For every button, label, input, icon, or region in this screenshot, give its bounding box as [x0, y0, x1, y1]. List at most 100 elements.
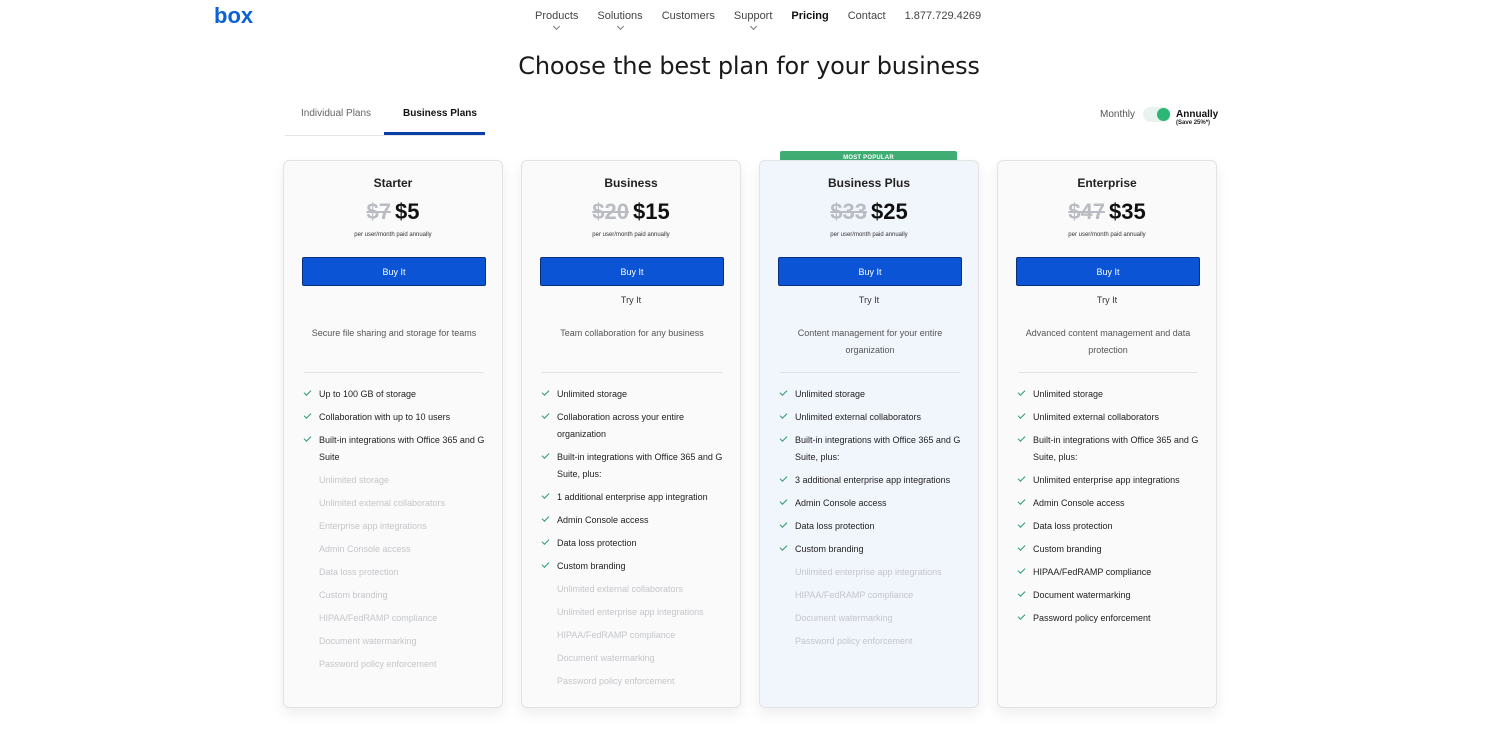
discounted-price: $5 — [395, 199, 420, 224]
plan-name: Business Plus — [827, 176, 911, 190]
nav-support[interactable]: Support — [734, 10, 772, 31]
nav-contact[interactable]: Contact — [848, 10, 886, 22]
feature-item: Built-in integrations with Office 365 an… — [778, 432, 968, 466]
check-icon — [1017, 543, 1026, 551]
nav-solutions[interactable]: Solutions — [597, 10, 643, 31]
feature-text: Unlimited storage — [319, 475, 390, 485]
feature-item: 3 additional enterprise app integrations — [778, 472, 968, 489]
feature-text: Built-in integrations with Office 365 an… — [795, 435, 961, 462]
feature-item: HIPAA/FedRAMP compliance — [1016, 564, 1206, 581]
buy-it-button[interactable]: Buy It — [302, 257, 486, 286]
feature-list: Unlimited storage Collaboration across yo… — [540, 386, 730, 696]
feature-text: Password policy enforcement — [1033, 613, 1151, 623]
check-icon — [303, 388, 312, 396]
plan-price: $20 $15 — [522, 199, 740, 225]
feature-item: Document watermarking — [778, 610, 968, 627]
feature-text: Admin Console access — [795, 498, 887, 508]
check-icon — [541, 514, 550, 522]
plan-card-business-plus: Business Plus $33 $25 per user/month paid a… — [759, 160, 979, 708]
feature-item: HIPAA/FedRAMP compliance — [302, 610, 492, 627]
feature-text: Unlimited storage — [1033, 389, 1104, 399]
try-it-link[interactable]: Try It — [760, 295, 978, 305]
feature-text: Document watermarking — [557, 653, 655, 663]
feature-text: Unlimited storage — [795, 389, 866, 399]
nav-customers[interactable]: Customers — [662, 10, 715, 22]
buy-it-button[interactable]: Buy It — [1016, 257, 1200, 286]
feature-text: Admin Console access — [557, 515, 649, 525]
nav-customers-label: Customers — [661, 10, 715, 22]
tab-individual-plans[interactable]: Individual Plans — [301, 108, 371, 119]
original-price: $7 — [366, 199, 391, 224]
feature-list: Up to 100 GB of storage Collaboration wit… — [302, 386, 492, 679]
check-icon — [541, 451, 550, 459]
monthly-label[interactable]: Monthly — [1100, 109, 1135, 120]
try-it-link[interactable]: Try It — [522, 295, 740, 305]
feature-text: Password policy enforcement — [319, 659, 437, 669]
feature-item: Password policy enforcement — [1016, 610, 1206, 627]
feature-item: 1 additional enterprise app integration — [540, 489, 730, 506]
feature-item: HIPAA/FedRAMP compliance — [540, 627, 730, 644]
annually-label[interactable]: Annually — [1176, 109, 1218, 120]
original-price: $20 — [592, 199, 629, 224]
feature-text: Unlimited enterprise app integrations — [795, 567, 942, 577]
check-icon — [541, 560, 550, 568]
original-price: $47 — [1068, 199, 1105, 224]
feature-text: Enterprise app integrations — [319, 521, 427, 531]
feature-text: Unlimited external collaborators — [1033, 412, 1160, 422]
price-period: per user/month paid annually — [830, 232, 908, 238]
feature-text: Document watermarking — [319, 636, 417, 646]
feature-text: Built-in integrations with Office 365 an… — [319, 435, 485, 462]
check-icon — [1017, 388, 1026, 396]
try-it-link[interactable]: Try It — [998, 295, 1216, 305]
feature-item: Data loss protection — [778, 518, 968, 535]
box-logo[interactable]: box — [214, 4, 254, 28]
plan-description: Team collaboration for any business — [560, 328, 704, 338]
plan-name: Starter — [373, 176, 413, 190]
chevron-down-icon — [749, 22, 757, 31]
original-price: $33 — [830, 199, 867, 224]
feature-text: Custom branding — [795, 544, 864, 554]
buy-it-button[interactable]: Buy It — [540, 257, 724, 286]
feature-list: Unlimited storage Unlimited external coll… — [778, 386, 968, 656]
chevron-down-icon — [616, 22, 624, 31]
nav-pricing[interactable]: Pricing — [791, 10, 828, 22]
nav-phone-label: 1.877.729.4269 — [904, 10, 982, 22]
plan-description: Content management for your entire organ… — [797, 328, 943, 355]
feature-text: HIPAA/FedRAMP compliance — [557, 630, 676, 640]
plan-price: $47 $35 — [998, 199, 1216, 225]
feature-text: 1 additional enterprise app integration — [557, 492, 708, 502]
feature-text: Data loss protection — [319, 567, 399, 577]
nav-phone[interactable]: 1.877.729.4269 — [905, 10, 981, 22]
feature-item: Built-in integrations with Office 365 an… — [302, 432, 492, 466]
plan-card-enterprise: Enterprise $47 $35 per user/month paid annu… — [997, 160, 1217, 708]
tab-business-plans[interactable]: Business Plans — [403, 108, 477, 119]
feature-item: Collaboration across your entire organiz… — [540, 409, 730, 443]
feature-text: Admin Console access — [319, 544, 411, 554]
billing-toggle-group: Monthly Annually (Save 25%*) — [1100, 106, 1218, 126]
check-icon — [1017, 474, 1026, 482]
feature-item: Collaboration with up to 10 users — [302, 409, 492, 426]
feature-item: Document watermarking — [1016, 587, 1206, 604]
feature-text: Unlimited storage — [557, 389, 628, 399]
nav-solutions-label: Solutions — [597, 10, 643, 22]
feature-item: Password policy enforcement — [302, 656, 492, 673]
buy-it-button[interactable]: Buy It — [778, 257, 962, 286]
billing-toggle[interactable] — [1143, 107, 1172, 122]
discounted-price: $25 — [871, 199, 908, 224]
feature-text: HIPAA/FedRAMP compliance — [795, 590, 914, 600]
feature-text: Unlimited external collaborators — [795, 412, 922, 422]
feature-text: Unlimited enterprise app integrations — [557, 607, 704, 617]
nav-products[interactable]: Products — [535, 10, 578, 31]
logo-text: box — [214, 4, 254, 28]
feature-text: HIPAA/FedRAMP compliance — [319, 613, 438, 623]
check-icon — [541, 537, 550, 545]
feature-text: Data loss protection — [557, 538, 637, 548]
page-title: Choose the best plan for your business — [518, 52, 980, 80]
check-icon — [541, 491, 550, 499]
nav-pricing-label: Pricing — [791, 10, 829, 22]
feature-list: Unlimited storage Unlimited external coll… — [1016, 386, 1206, 633]
feature-item: Admin Console access — [302, 541, 492, 558]
check-icon — [303, 434, 312, 442]
discounted-price: $35 — [1109, 199, 1146, 224]
feature-item: Unlimited enterprise app integrations — [1016, 472, 1206, 489]
